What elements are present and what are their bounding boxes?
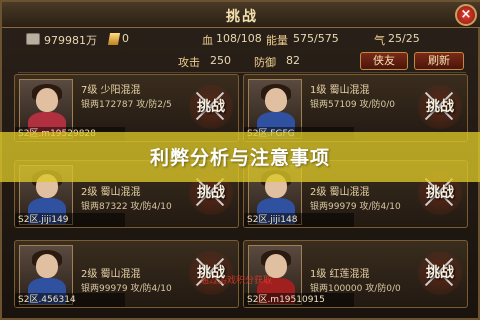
opponent-name: 2级 蜀山混混	[81, 269, 141, 280]
challenge-button[interactable]: 挑战	[418, 85, 462, 129]
energy-value: 575/575	[293, 32, 339, 45]
defense-label: 防御	[254, 56, 276, 69]
opponent-info: 银两172787 攻/防2/5	[81, 100, 172, 110]
opponent-name: 2级 蜀山混混	[81, 187, 141, 198]
opponent-server: S2区.jiji148	[244, 213, 354, 227]
challenge-button[interactable]: 挑战	[189, 85, 233, 129]
defense-value: 82	[286, 54, 300, 67]
opponent-info: 银两87322 攻/防4/10	[81, 202, 172, 212]
attack-label: 攻击	[178, 56, 200, 69]
opponent-info: 银两99979 攻/防4/10	[310, 202, 401, 212]
refresh-button[interactable]: 刷新	[414, 52, 464, 70]
attack-value: 250	[210, 54, 231, 67]
challenge-label: 挑战	[197, 185, 225, 201]
challenge-label: 挑战	[426, 185, 454, 201]
energy-label: 能量	[266, 34, 288, 47]
knight-friends-button[interactable]: 侠友	[360, 52, 408, 70]
hp-label: 血	[202, 34, 213, 47]
challenge-label: 挑战	[426, 99, 454, 115]
gem-amount: 0	[122, 32, 129, 45]
panel-title: 挑战	[226, 9, 258, 25]
silver-icon	[26, 33, 40, 45]
hp-value: 108/108	[216, 32, 262, 45]
qi-label: 气	[374, 34, 385, 47]
challenge-button[interactable]: 挑战	[418, 251, 462, 295]
banner-text: 利弊分析与注意事项	[149, 147, 330, 169]
opponent-server: S2区.456314	[15, 293, 125, 307]
challenge-label: 挑战	[197, 99, 225, 115]
opponent-name: 2级 蜀山混混	[310, 187, 370, 198]
gem-icon	[107, 33, 121, 45]
close-button[interactable]: ×	[455, 4, 477, 26]
silver-amount: 979981万	[44, 34, 97, 47]
challenge-label: 挑战	[197, 265, 225, 281]
title-bar: 挑战 ×	[2, 2, 480, 28]
opponent-info: 银两57109 攻/防0/0	[310, 100, 396, 110]
opponent-name: 1级 蜀山混混	[310, 85, 370, 96]
opponent-card[interactable]: 1级 红莲混混 银两100000 攻/防0/0 S2区.m19510915 挑战	[243, 240, 468, 308]
opponent-server: S2区.m19510915	[244, 293, 354, 307]
opponent-name: 7级 少阳混混	[81, 85, 141, 96]
divider	[18, 72, 466, 73]
qi-value: 25/25	[388, 32, 420, 45]
opponent-name: 1级 红莲混混	[310, 269, 370, 280]
opponent-server: S2区.jiji149	[15, 213, 125, 227]
opponent-card[interactable]: 2级 蜀山混混 银两99979 攻/防4/10 S2区.456314 挑战	[14, 240, 239, 308]
challenge-label: 挑战	[426, 265, 454, 281]
